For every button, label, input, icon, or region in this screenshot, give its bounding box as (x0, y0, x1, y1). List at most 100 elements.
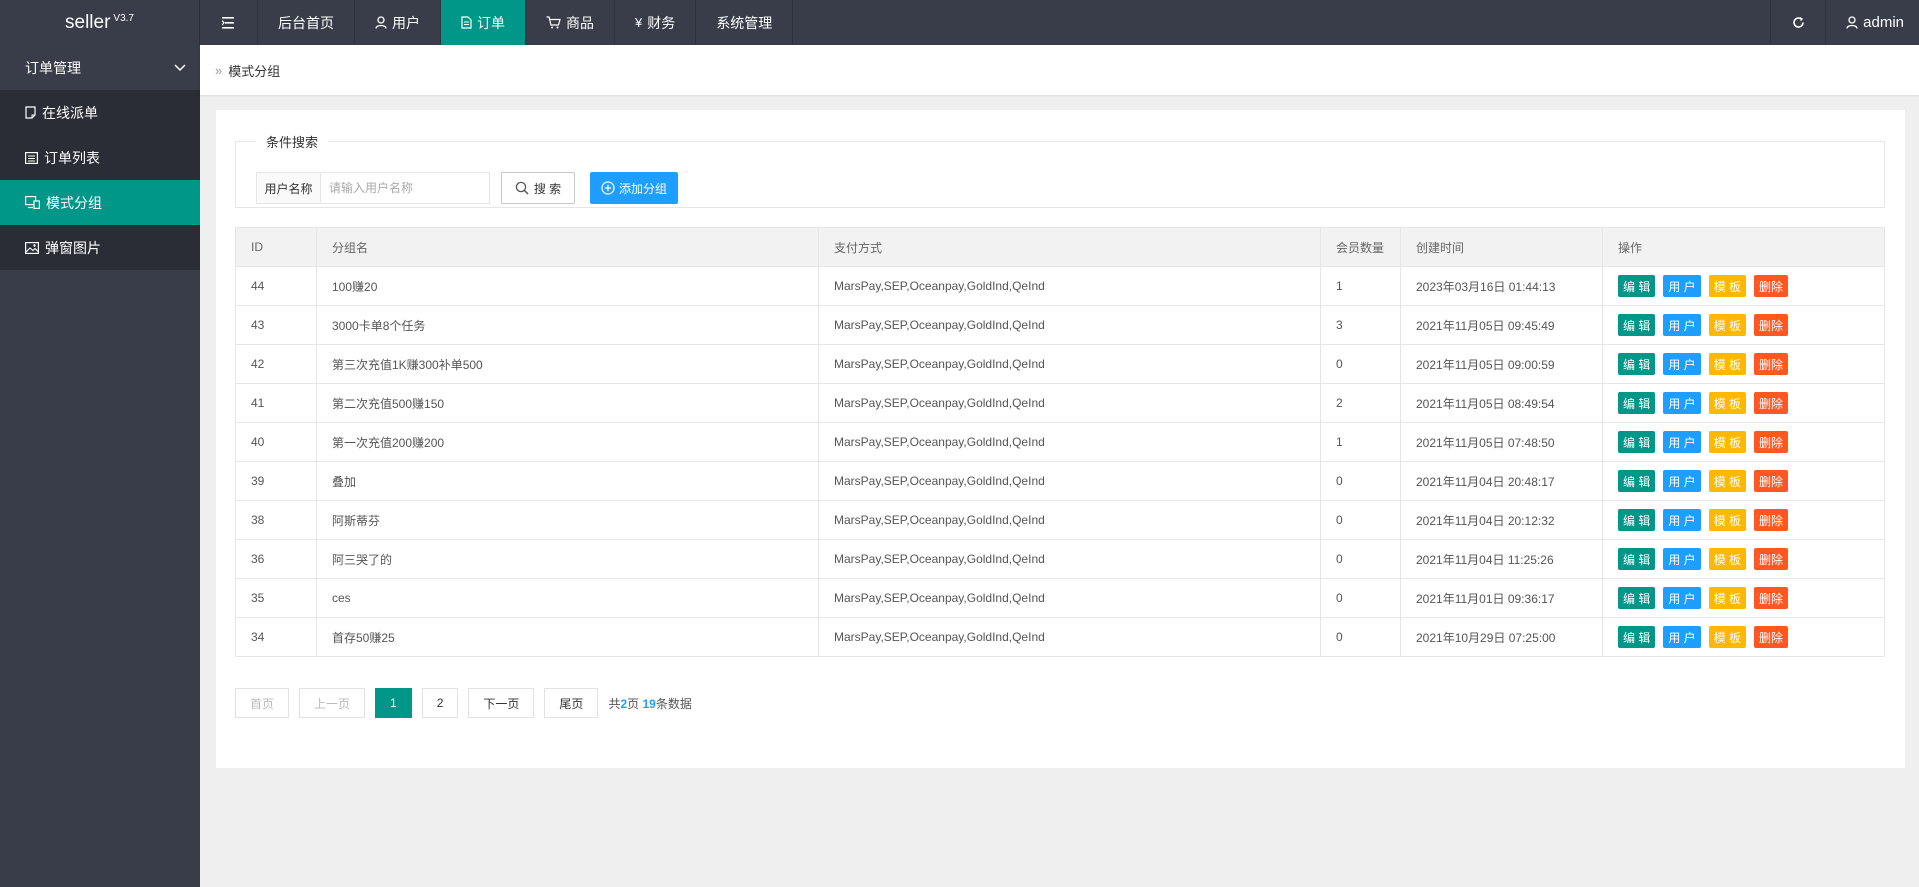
template-button[interactable]: 模 板 (1708, 548, 1747, 570)
delete-button[interactable]: 删除 (1754, 392, 1789, 414)
template-button[interactable]: 模 板 (1708, 275, 1747, 297)
sidebar-item-order-list[interactable]: 订单列表 (0, 135, 200, 180)
delete-button[interactable]: 删除 (1754, 509, 1789, 531)
table-row: 39 叠加 MarsPay,SEP,Oceanpay,GoldInd,QeInd 0 2… (235, 461, 1885, 501)
cell-member-count: 0 (1320, 500, 1401, 540)
cell-member-count: 0 (1320, 617, 1401, 657)
nav-orders-label: 订单 (477, 14, 505, 31)
users-button[interactable]: 用 户 (1663, 587, 1701, 609)
nav-user[interactable]: 用户 (355, 0, 441, 45)
template-button[interactable]: 模 板 (1708, 431, 1747, 453)
nav-user-label: 用户 (392, 14, 420, 31)
edit-button[interactable]: 编 辑 (1618, 587, 1656, 609)
search-button[interactable]: 搜 索 (501, 172, 575, 204)
template-button[interactable]: 模 板 (1708, 314, 1747, 336)
users-button[interactable]: 用 户 (1663, 314, 1701, 336)
page-2-button[interactable]: 2 (421, 688, 459, 718)
double-chevron-icon: » (215, 62, 223, 78)
edit-button[interactable]: 编 辑 (1618, 353, 1656, 375)
first-page-button[interactable]: 首页 (235, 688, 290, 718)
info-suffix: 条数据 (655, 696, 692, 711)
delete-button[interactable]: 删除 (1754, 548, 1789, 570)
edit-button[interactable]: 编 辑 (1618, 314, 1656, 336)
edit-button[interactable]: 编 辑 (1618, 275, 1656, 297)
users-button[interactable]: 用 户 (1663, 470, 1701, 492)
sidebar-item-label: 模式分组 (46, 194, 102, 211)
logo-text: seller (65, 11, 111, 33)
delete-button[interactable]: 删除 (1754, 626, 1789, 648)
table-header-row: ID 分组名 支付方式 会员数量 创建时间 操作 (235, 227, 1885, 267)
search-fieldset: 条件搜索 用户名称 搜 索 添加分组 (235, 132, 1885, 208)
table-row: 35 ces MarsPay,SEP,Oceanpay,GoldInd,QeInd 0… (235, 578, 1885, 618)
cell-created-time: 2021年11月04日 20:12:32 (1400, 500, 1603, 540)
users-button[interactable]: 用 户 (1663, 626, 1701, 648)
cell-group-name: 3000卡单8个任务 (316, 305, 819, 345)
cell-payment-methods: MarsPay,SEP,Oceanpay,GoldInd,QeInd (818, 539, 1321, 579)
nav-products[interactable]: 商品 (526, 0, 615, 45)
cell-created-time: 2021年11月04日 20:48:17 (1400, 461, 1603, 501)
table-body: 44 100赚20 MarsPay,SEP,Oceanpay,GoldInd,QeI… (235, 266, 1885, 657)
edit-button[interactable]: 编 辑 (1618, 548, 1656, 570)
delete-button[interactable]: 删除 (1754, 470, 1789, 492)
users-button[interactable]: 用 户 (1663, 548, 1701, 570)
delete-button[interactable]: 删除 (1754, 275, 1789, 297)
users-button[interactable]: 用 户 (1663, 353, 1701, 375)
users-button[interactable]: 用 户 (1663, 509, 1701, 531)
template-button[interactable]: 模 板 (1708, 587, 1747, 609)
cell-member-count: 0 (1320, 578, 1401, 618)
row-actions: 编 辑用 户模 板删除 (1618, 431, 1869, 453)
sidebar-item-label: 弹窗图片 (45, 239, 101, 256)
app-logo[interactable]: seller V3.7 (0, 0, 200, 45)
next-page-button[interactable]: 下一页 (468, 688, 535, 718)
delete-button[interactable]: 删除 (1754, 431, 1789, 453)
cell-payment-methods: MarsPay,SEP,Oceanpay,GoldInd,QeInd (818, 500, 1321, 540)
prev-page-button[interactable]: 上一页 (299, 688, 366, 718)
username-input[interactable] (320, 172, 490, 204)
refresh-button[interactable] (1770, 0, 1825, 45)
template-button[interactable]: 模 板 (1708, 392, 1747, 414)
cell-group-name: ces (316, 578, 819, 618)
edit-button[interactable]: 编 辑 (1618, 470, 1656, 492)
delete-button[interactable]: 删除 (1754, 314, 1789, 336)
template-button[interactable]: 模 板 (1708, 509, 1747, 531)
cell-group-name: 第二次充值500赚150 (316, 383, 819, 423)
total-items: 19 (642, 696, 656, 711)
sidebar-item-popup-images[interactable]: 弹窗图片 (0, 225, 200, 270)
last-page-button[interactable]: 尾页 (544, 688, 599, 718)
table-row: 34 首存50赚25 MarsPay,SEP,Oceanpay,GoldInd,Qe… (235, 617, 1885, 657)
delete-button[interactable]: 删除 (1754, 587, 1789, 609)
edit-button[interactable]: 编 辑 (1618, 392, 1656, 414)
users-button[interactable]: 用 户 (1663, 275, 1701, 297)
nav-home[interactable]: 后台首页 (258, 0, 355, 45)
plus-circle-icon (601, 181, 615, 195)
cell-payment-methods: MarsPay,SEP,Oceanpay,GoldInd,QeInd (818, 461, 1321, 501)
edit-button[interactable]: 编 辑 (1618, 626, 1656, 648)
menu-toggle-button[interactable] (200, 0, 258, 45)
add-group-button[interactable]: 添加分组 (590, 172, 678, 204)
template-button[interactable]: 模 板 (1708, 470, 1747, 492)
cell-actions: 编 辑用 户模 板删除 (1602, 500, 1885, 540)
template-button[interactable]: 模 板 (1708, 353, 1747, 375)
page-1-button[interactable]: 1 (375, 688, 412, 718)
cell-id: 34 (235, 617, 317, 657)
users-button[interactable]: 用 户 (1663, 392, 1701, 414)
sidebar-item-mode-group[interactable]: 模式分组 (0, 180, 200, 225)
edit-button[interactable]: 编 辑 (1618, 431, 1656, 453)
users-button[interactable]: 用 户 (1663, 431, 1701, 453)
nav-orders[interactable]: 订单 (441, 0, 526, 45)
table-row: 43 3000卡单8个任务 MarsPay,SEP,Oceanpay,GoldInd… (235, 305, 1885, 345)
nav-system[interactable]: 系统管理 (696, 0, 794, 45)
cell-id: 44 (235, 266, 317, 306)
cell-actions: 编 辑用 户模 板删除 (1602, 539, 1885, 579)
template-button[interactable]: 模 板 (1708, 626, 1747, 648)
version-label: V3.7 (113, 13, 134, 24)
edit-button[interactable]: 编 辑 (1618, 509, 1656, 531)
admin-menu[interactable]: admin (1825, 0, 1919, 45)
nav-finance[interactable]: ¥ 财务 (615, 0, 697, 45)
cell-id: 39 (235, 461, 317, 501)
delete-button[interactable]: 删除 (1754, 353, 1789, 375)
sidebar-item-dispatch[interactable]: 在线派单 (0, 90, 200, 135)
cell-actions: 编 辑用 户模 板删除 (1602, 578, 1885, 618)
sidebar-group-orders[interactable]: 订单管理 (0, 45, 200, 90)
cell-id: 35 (235, 578, 317, 618)
